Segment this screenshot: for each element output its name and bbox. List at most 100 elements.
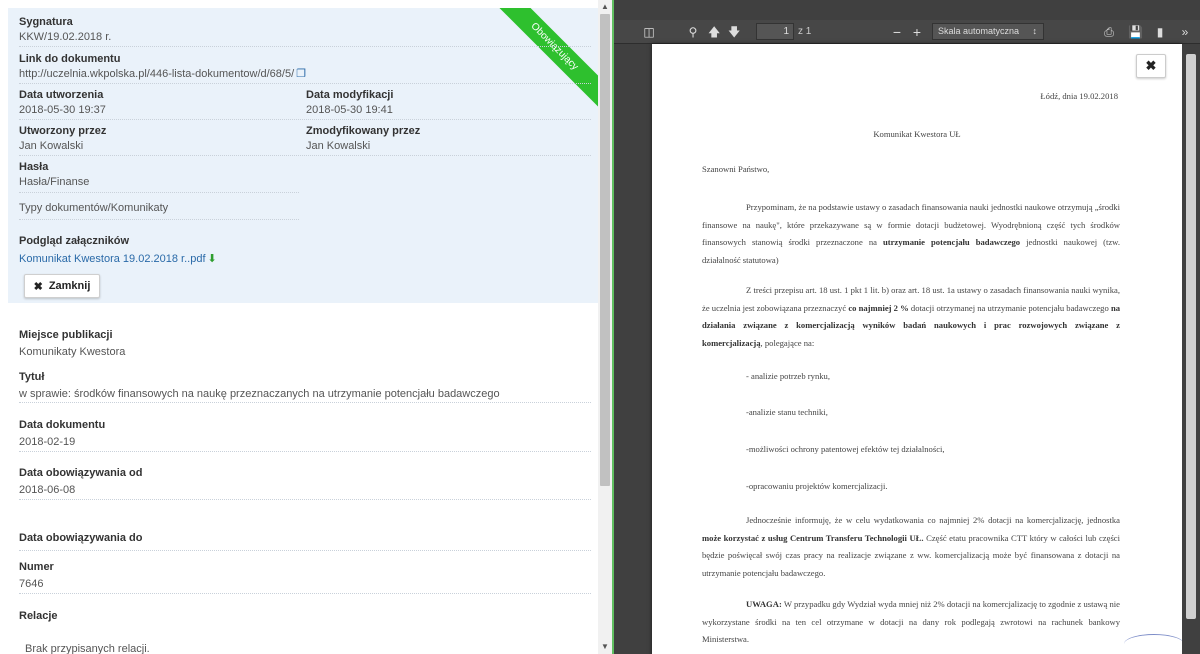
relations-label: Relacje — [19, 610, 58, 622]
pdf-p3-bold: może korzystać z usług Centrum Transferu… — [702, 532, 924, 543]
copy-icon[interactable]: ❐ — [296, 68, 306, 80]
modified-by-value: Jan Kowalski — [306, 140, 371, 152]
pdf-bullet-4: -opracowaniu projektów komercjalizacji. — [746, 481, 888, 491]
relations-content: Brak przypisanych relacji. — [25, 641, 150, 654]
more-icon[interactable]: » — [1178, 24, 1192, 40]
pdf-bullet-2: -analizie stanu techniki, — [746, 407, 828, 417]
close-button[interactable]: ✖ Zamknij — [24, 274, 100, 298]
link-row: http://uczelnia.wkpolska.pl/446-lista-do… — [19, 68, 306, 81]
created-by-value: Jan Kowalski — [19, 140, 84, 152]
pdf-bullet-1: - analizie potrzeb rynku, — [746, 371, 830, 381]
divider — [19, 593, 591, 594]
field-doc-types: Typy dokumentów/Komunikaty — [19, 200, 168, 215]
relations-value: Brak przypisanych relacji. — [25, 643, 150, 654]
divider — [19, 451, 591, 452]
search-icon[interactable]: ⚲ — [686, 24, 700, 40]
pdf-p2-bold: co najmniej 2 % — [848, 302, 909, 313]
link-label: Link do dokumentu — [19, 53, 121, 65]
field-modified: Data modyfikacji 2018-05-30 19:41 — [306, 89, 393, 117]
field-valid-to: Data obowiązywania do — [19, 532, 142, 545]
divider — [19, 499, 591, 500]
doc-date-label: Data dokumentu — [19, 419, 106, 431]
attachment-link[interactable]: Komunikat Kwestora 19.02.2018 r..pdf — [19, 253, 206, 265]
field-valid-from: Data obowiązywania od 2018-06-08 — [19, 467, 142, 497]
doc-types-value: Typy dokumentów/Komunikaty — [19, 202, 169, 214]
pdf-close-button[interactable]: ✖ — [1136, 54, 1166, 78]
status-ribbon-wrap: Obowiązujący — [488, 8, 598, 118]
pdf-p2-text-mid: dotacji otrzymanej na utrzymanie potencj… — [910, 302, 1109, 313]
pdf-paragraph-2: Z treści przepisu art. 18 ust. 1 pkt 1 l… — [702, 282, 1120, 352]
field-created-by: Utworzony przez Jan Kowalski — [19, 125, 106, 153]
pdf-viewer: ◫ ⚲ 🡅 🡇 1 z 1 − + Skala automatyczna ↕ ⎙… — [612, 0, 1200, 654]
document-info-box: Obowiązujący Sygnatura KKW/19.02.2018 r.… — [8, 8, 598, 303]
place-value: Komunikaty Kwestora — [19, 346, 126, 358]
field-attachments: Podgląd załączników Komunikat Kwestora 1… — [19, 235, 217, 266]
pdf-paragraph-4: UWAGA: W przypadku gdy Wydział wyda mnie… — [702, 596, 1120, 649]
tags-label: Hasła — [19, 161, 49, 173]
scroll-up-icon[interactable]: ▲ — [598, 0, 612, 14]
sygnatura-label: Sygnatura — [19, 16, 73, 28]
created-value: 2018-05-30 19:37 — [19, 104, 106, 116]
number-value: 7646 — [19, 578, 44, 590]
download-icon[interactable]: 💾 — [1128, 24, 1143, 40]
divider — [19, 155, 591, 156]
document-link[interactable]: http://uczelnia.wkpolska.pl/446-lista-do… — [19, 68, 294, 80]
tags-value: Hasła/Finanse — [19, 176, 90, 188]
pdf-page: ✖ Łódź, dnia 19.02.2018 Komunikat Kwesto… — [652, 44, 1184, 654]
divider — [19, 550, 591, 551]
pdf-paragraph-1: Przypominam, że na podstawie ustawy o za… — [702, 199, 1120, 269]
place-label: Miejsce publikacji — [19, 329, 113, 341]
divider — [19, 119, 591, 120]
field-relations: Relacje — [19, 610, 58, 623]
modified-by-label: Zmodyfikowany przez — [306, 125, 421, 137]
bookmark-icon[interactable]: ▮ — [1154, 24, 1166, 40]
details-scroll-area: Obowiązujący Sygnatura KKW/19.02.2018 r.… — [0, 0, 598, 654]
document-details-panel: Obowiązujący Sygnatura KKW/19.02.2018 r.… — [0, 0, 612, 654]
field-created: Data utworzenia 2018-05-30 19:37 — [19, 89, 106, 117]
created-label: Data utworzenia — [19, 89, 104, 101]
pdf-salutation: Szanowni Państwo, — [702, 164, 770, 174]
attachments-label: Podgląd załączników — [19, 235, 130, 247]
field-title: Tytuł w sprawie: środków finansowych na … — [19, 371, 500, 401]
status-ribbon: Obowiązujący — [489, 8, 598, 112]
close-button-label: Zamknij — [48, 280, 91, 292]
divider — [19, 192, 299, 193]
field-link: Link do dokumentu http://uczelnia.wkpols… — [19, 53, 306, 81]
zoom-out-icon[interactable]: − — [890, 24, 904, 40]
zoom-in-icon[interactable]: + — [910, 24, 924, 40]
modified-label: Data modyfikacji — [306, 89, 394, 101]
pdf-p4-bold: UWAGA: — [746, 599, 782, 609]
scrollbar-thumb[interactable] — [600, 14, 610, 486]
field-doc-date: Data dokumentu 2018-02-19 — [19, 419, 105, 449]
close-icon: ✖ — [33, 280, 43, 293]
zoom-select-value: Skala automatyczna — [938, 26, 1020, 36]
divider — [19, 219, 299, 220]
field-sygnatura: Sygnatura KKW/19.02.2018 r. — [19, 16, 111, 44]
scroll-down-icon[interactable]: ▼ — [598, 640, 612, 654]
pdf-scrollbar-thumb[interactable] — [1186, 54, 1196, 619]
sidebar-toggle-icon[interactable]: ◫ — [642, 24, 656, 40]
download-icon[interactable]: ⬇ — [208, 253, 217, 265]
pdf-p1-bold: utrzymanie potencjału badawczego — [882, 237, 1021, 247]
pdf-scrollbar[interactable] — [1182, 44, 1200, 654]
pdf-paragraph-3: Jednocześnie informuję, że w celu wydatk… — [702, 512, 1120, 582]
attachment-row: Komunikat Kwestora 19.02.2018 r..pdf ⬇ — [19, 253, 217, 266]
details-scrollbar[interactable]: ▲ ▼ — [598, 0, 612, 654]
divider — [19, 402, 591, 403]
title-value: w sprawie: środków finansowych na naukę … — [19, 388, 500, 400]
arrow-up-icon[interactable]: 🡅 — [708, 24, 720, 40]
field-number: Numer 7646 — [19, 561, 54, 591]
pdf-toolbar: ◫ ⚲ 🡅 🡇 1 z 1 − + Skala automatyczna ↕ ⎙… — [614, 20, 1200, 44]
field-tags: Hasła Hasła/Finanse — [19, 161, 89, 189]
valid-from-value: 2018-06-08 — [19, 484, 76, 496]
print-icon[interactable]: ⎙ — [1102, 24, 1116, 40]
zoom-select[interactable]: Skala automatyczna ↕ — [932, 23, 1044, 40]
pdf-bullet-3: -możliwości ochrony patentowej efektów t… — [746, 444, 945, 454]
field-publication-place: Miejsce publikacji Komunikaty Kwestora — [19, 329, 125, 359]
number-label: Numer — [19, 561, 54, 573]
pdf-heading: Komunikat Kwestora UŁ — [873, 129, 961, 139]
page-number-input[interactable]: 1 — [756, 23, 794, 40]
modified-value: 2018-05-30 19:41 — [306, 104, 393, 116]
arrow-down-icon[interactable]: 🡇 — [728, 24, 740, 40]
page-count: z 1 — [798, 26, 812, 37]
